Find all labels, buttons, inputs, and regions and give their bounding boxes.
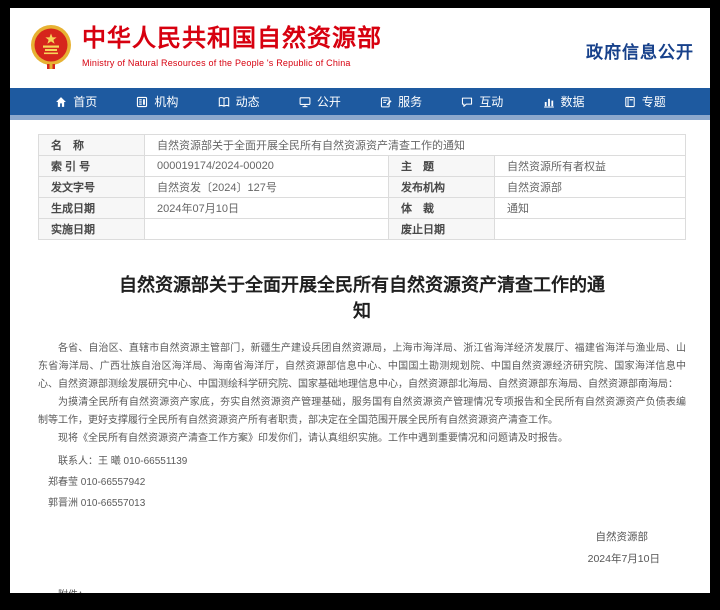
nav-item-data[interactable]: 数据 [542,93,585,110]
meta-value-subject: 自然资源所有者权益 [495,156,686,177]
content-area: 名 称 自然资源部关于全面开展全民所有自然资源资产清查工作的通知 索 引 号 0… [10,120,710,593]
meta-label-impl: 实施日期 [39,219,145,240]
signature-block: 自然资源部 2024年7月10日 [38,526,686,570]
nav-item-disclosure[interactable]: 公开 [298,93,341,110]
signature-date: 2024年7月10日 [38,548,660,570]
document-title: 自然资源部关于全面开展全民所有自然资源资产清查工作的通知 [116,272,608,324]
document-paragraph: 为摸清全民所有自然资源资产家底，夯实自然资源资产管理基础，服务国有自然资源资产管… [38,394,686,430]
national-emblem-icon [30,24,72,70]
org-icon [135,95,149,109]
nav-item-interact[interactable]: 互动 [460,93,503,110]
nav-item-home[interactable]: 首页 [54,93,97,110]
attachment-label: 附件： [58,586,686,593]
nav-item-label: 互动 [479,93,503,110]
meta-label-repeal: 废止日期 [389,219,495,240]
site-title-block[interactable]: 中华人民共和国自然资源部 Ministry of Natural Resourc… [82,25,382,68]
nav-item-label: 机构 [154,93,178,110]
meta-label-index: 索 引 号 [39,156,145,177]
browser-page: { "header": { "site_title": "中华人民共和国自然资源… [0,0,720,610]
meta-label-name: 名 称 [39,135,145,156]
site-title[interactable]: 中华人民共和国自然资源部 [82,25,382,53]
table-row: 实施日期 废止日期 [39,219,686,240]
meta-value-impl [145,219,389,240]
nav-item-news[interactable]: 动态 [217,93,260,110]
meta-label-created: 生成日期 [39,198,145,219]
nav-item-label: 服务 [398,93,422,110]
meta-value-repeal [495,219,686,240]
nav-item-label: 动态 [236,93,260,110]
site-subtitle: Ministry of Natural Resources of the Peo… [82,58,382,68]
meta-value-name: 自然资源部关于全面开展全民所有自然资源资产清查工作的通知 [145,135,686,156]
table-row: 索 引 号 000019174/2024-00020 主 题 自然资源所有者权益 [39,156,686,177]
main-nav: 首页 机构 动态 公开 服务 互动 数据 专题 [10,88,710,115]
meta-value-index: 000019174/2024-00020 [145,156,389,177]
site-header: 中华人民共和国自然资源部 Ministry of Natural Resourc… [10,8,710,88]
interact-icon [460,95,474,109]
gov-info-disclosure-link[interactable]: 政府信息公开 [586,38,694,63]
news-icon [217,95,231,109]
nav-item-service[interactable]: 服务 [379,93,422,110]
contact-line: 联系人：王 曦 010-66551139 [58,451,686,472]
contact-line: 郭晋洲 010-66557013 [48,493,686,514]
service-icon [379,95,393,109]
document-meta-table: 名 称 自然资源部关于全面开展全民所有自然资源资产清查工作的通知 索 引 号 0… [38,134,686,240]
meta-value-created: 2024年07月10日 [145,198,389,219]
nav-item-org[interactable]: 机构 [135,93,178,110]
meta-label-genre: 体 裁 [389,198,495,219]
attachment-section: 附件： 全民所有自然资源资产清查工作方案.wps [38,586,686,593]
nav-item-label: 首页 [73,93,97,110]
signature-issuer: 自然资源部 [38,526,660,548]
document-paragraph: 各省、自治区、直辖市自然资源主管部门，新疆生产建设兵团自然资源局，上海市海洋局、… [38,340,686,394]
home-icon [54,95,68,109]
data-icon [542,95,556,109]
meta-value-docnum: 自然资发〔2024〕127号 [145,177,389,198]
topics-icon [623,95,637,109]
nav-item-label: 公开 [317,93,341,110]
meta-label-docnum: 发文字号 [39,177,145,198]
disclosure-icon [298,95,312,109]
nav-item-label: 数据 [561,93,585,110]
page-container: 中华人民共和国自然资源部 Ministry of Natural Resourc… [10,8,710,593]
document-paragraph: 现将《全民所有自然资源资产清查工作方案》印发你们，请认真组织实施。工作中遇到重要… [38,430,686,448]
table-row: 发文字号 自然资发〔2024〕127号 发布机构 自然资源部 [39,177,686,198]
meta-value-issuer: 自然资源部 [495,177,686,198]
nav-item-topics[interactable]: 专题 [623,93,666,110]
table-row: 生成日期 2024年07月10日 体 裁 通知 [39,198,686,219]
meta-value-genre: 通知 [495,198,686,219]
table-row: 名 称 自然资源部关于全面开展全民所有自然资源资产清查工作的通知 [39,135,686,156]
meta-label-issuer: 发布机构 [389,177,495,198]
meta-label-subject: 主 题 [389,156,495,177]
nav-item-label: 专题 [642,93,666,110]
contact-line: 郑春莹 010-66557942 [48,472,686,493]
